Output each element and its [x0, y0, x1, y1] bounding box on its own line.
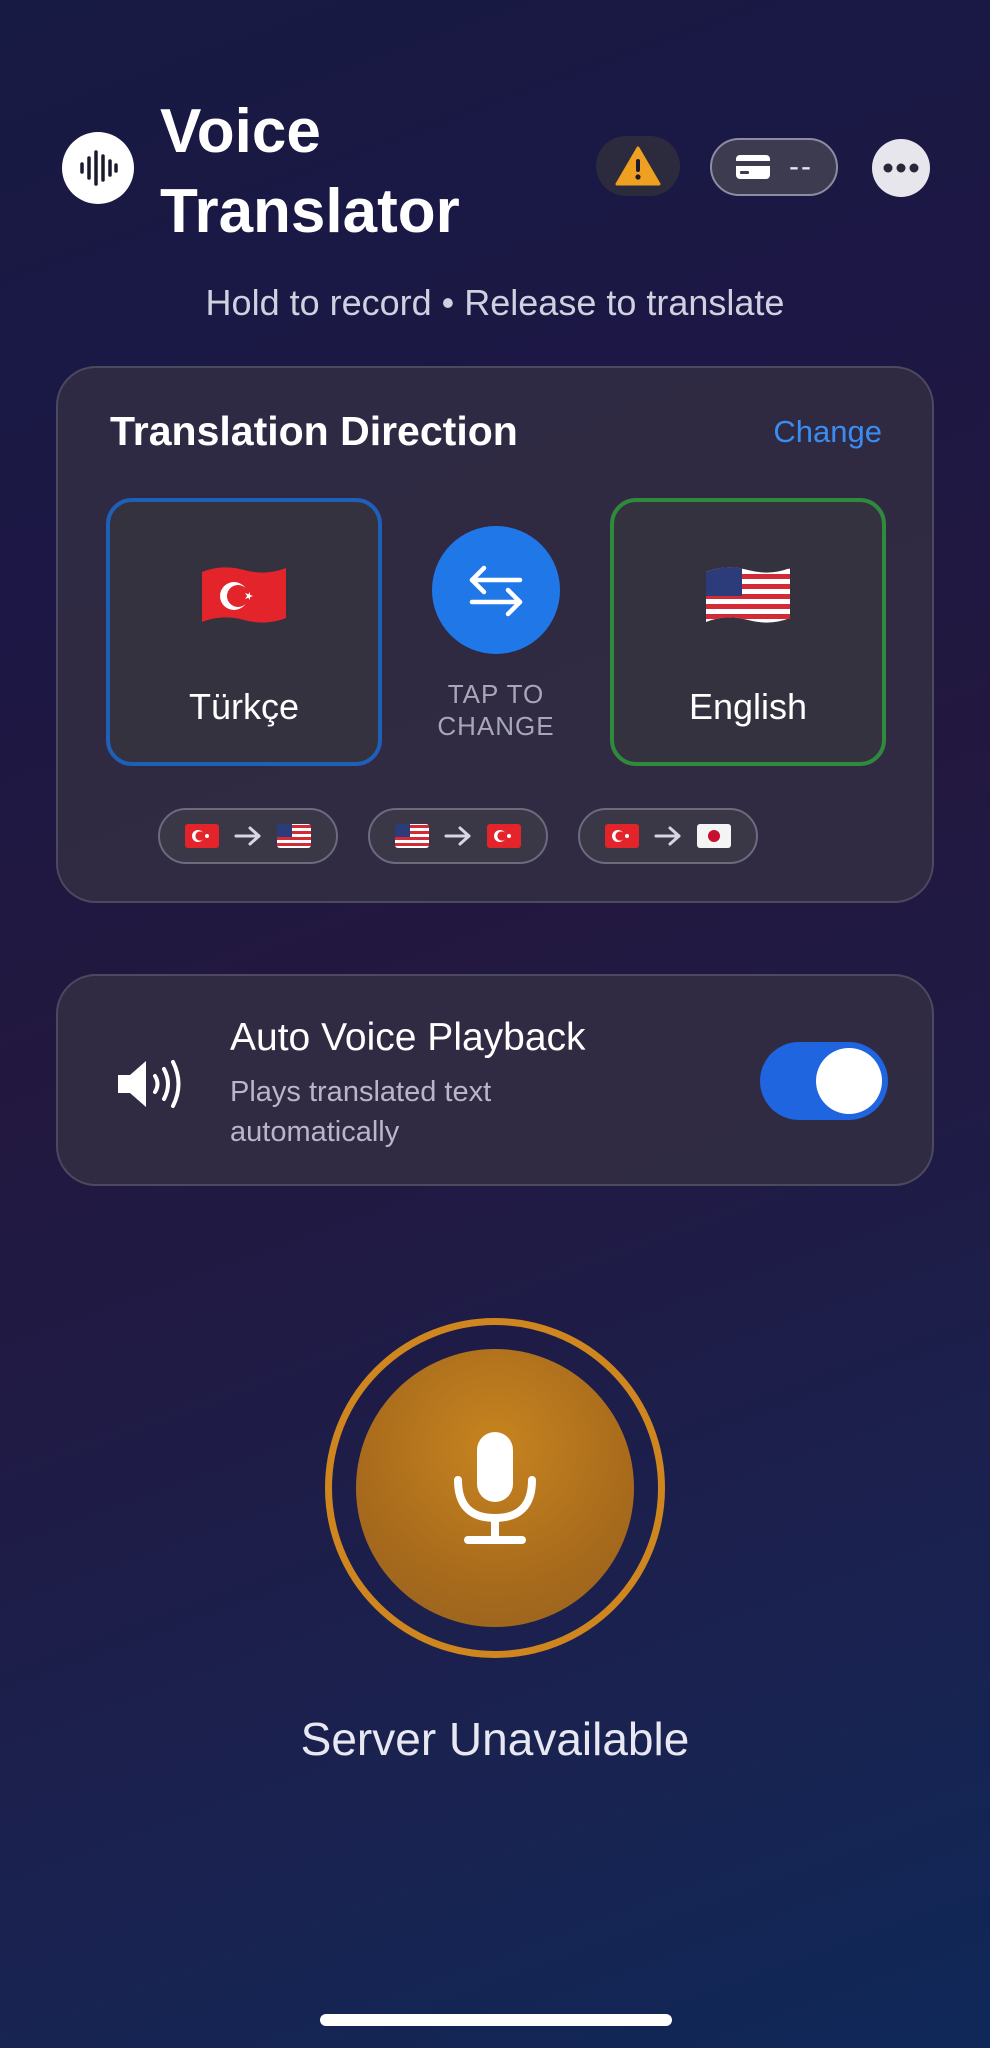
usa-flag-icon — [277, 824, 311, 848]
microphone-icon — [454, 1432, 536, 1544]
swap-arrows-icon — [469, 565, 523, 617]
source-language-name: Türkçe — [188, 686, 300, 727]
home-indicator[interactable] — [320, 2014, 672, 2026]
source-flag — [110, 562, 378, 632]
app-title: Voice Translator — [160, 97, 460, 246]
toggle-knob — [816, 1048, 882, 1114]
arrow-right-icon — [444, 826, 471, 846]
server-status-text: Server Unavailable — [300, 1713, 690, 1765]
credit-card-icon — [736, 155, 770, 179]
auto-playback-card: Auto Voice Playback Plays translated tex… — [56, 974, 934, 1186]
credits-badge[interactable]: -- — [710, 138, 838, 196]
record-button[interactable] — [356, 1349, 634, 1627]
instructions-subtitle: Hold to record • Release to translate — [205, 282, 785, 323]
tap-to-change-label: TAP TO CHANGE — [437, 679, 555, 741]
usa-flag-icon — [395, 824, 429, 848]
target-flag — [614, 562, 882, 632]
swap-languages-button[interactable] — [432, 526, 560, 654]
auto-playback-title: Auto Voice Playback — [230, 1016, 586, 1059]
preset-tr-ja-chip[interactable] — [578, 808, 758, 864]
direction-title: Translation Direction — [110, 408, 518, 454]
turkey-flag-icon — [185, 824, 219, 848]
arrow-right-icon — [654, 826, 681, 846]
turkey-flag-icon — [487, 824, 521, 848]
source-language-button[interactable]: Türkçe — [106, 498, 382, 766]
turkey-flag-icon — [605, 824, 639, 848]
credits-value: -- — [789, 150, 813, 183]
warning-icon — [615, 146, 661, 186]
auto-playback-toggle[interactable] — [760, 1042, 888, 1120]
waveform-icon — [80, 150, 118, 186]
speaker-icon — [114, 1054, 194, 1114]
target-language-button[interactable]: English — [610, 498, 886, 766]
preset-en-tr-chip[interactable] — [368, 808, 548, 864]
ellipsis-icon — [883, 163, 919, 173]
change-button[interactable]: Change — [773, 414, 882, 450]
preset-tr-en-chip[interactable] — [158, 808, 338, 864]
app-logo — [62, 132, 134, 204]
auto-playback-description: Plays translated text automatically — [230, 1076, 492, 1148]
warning-button[interactable] — [596, 136, 680, 196]
target-language-name: English — [688, 686, 808, 727]
japan-flag-icon — [697, 824, 731, 848]
more-button[interactable] — [872, 139, 930, 197]
arrow-right-icon — [234, 826, 261, 846]
translation-direction-card: Translation Direction Change Türkçe TAP … — [56, 366, 934, 903]
